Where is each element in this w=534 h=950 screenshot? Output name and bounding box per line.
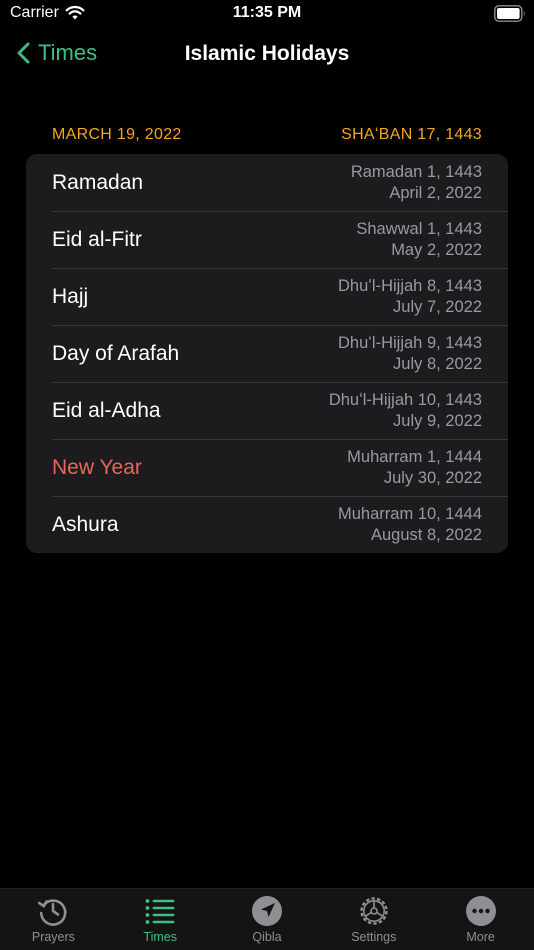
holiday-dates: Dhuʻl-Hijjah 8, 1443 July 7, 2022 xyxy=(338,276,482,317)
tab-label: Settings xyxy=(351,930,397,944)
chevron-left-icon xyxy=(17,42,30,64)
holiday-name: Eid al-Adha xyxy=(52,398,161,422)
tab-label: Times xyxy=(143,930,177,944)
hijri-date: Ramadan 1, 1443 xyxy=(350,163,482,181)
holiday-dates: Dhuʻl-Hijjah 10, 1443 July 9, 2022 xyxy=(329,390,482,431)
hijri-today: SHAʻBAN 17, 1443 xyxy=(341,126,482,143)
back-button-label: Times xyxy=(38,40,98,65)
tab-settings[interactable]: Settings xyxy=(320,889,427,950)
holiday-dates: Dhuʻl-Hijjah 9, 1443 July 8, 2022 xyxy=(338,333,482,374)
list-item[interactable]: New Year Muharram 1, 1444 July 30, 2022 xyxy=(26,439,508,496)
tab-more[interactable]: More xyxy=(427,889,534,950)
hijri-date: Dhuʻl-Hijjah 10, 1443 xyxy=(328,391,482,409)
holiday-dates: Muharram 1, 1444 July 30, 2022 xyxy=(347,447,482,488)
holiday-name: New Year xyxy=(52,455,142,479)
status-time: 11:35 PM xyxy=(232,4,302,21)
list-item[interactable]: Ashura Muharram 10, 1444 August 8, 2022 xyxy=(26,496,508,553)
gregorian-date: July 7, 2022 xyxy=(393,297,482,316)
location-arrow-icon xyxy=(251,896,282,926)
status-bar: Carrier 11:35 PM xyxy=(0,0,534,30)
holiday-name: Ramadan xyxy=(52,170,144,194)
gregorian-date: May 2, 2022 xyxy=(391,240,482,259)
holiday-list: Ramadan Ramadan 1, 1443 April 2, 2022 Ei… xyxy=(26,154,508,553)
list-item[interactable]: Day of Arafah Dhuʻl-Hijjah 9, 1443 July … xyxy=(26,325,508,382)
hijri-date: Shawwal 1, 1443 xyxy=(356,220,482,238)
gregorian-today: MARCH 19, 2022 xyxy=(52,126,182,143)
nav-bar: Times Islamic Holidays xyxy=(0,34,534,78)
gregorian-date: July 8, 2022 xyxy=(393,354,482,373)
holiday-name: Eid al-Fitr xyxy=(52,227,142,251)
history-icon xyxy=(38,899,67,926)
holiday-dates: Ramadan 1, 1443 April 2, 2022 xyxy=(351,162,482,203)
list-icon xyxy=(145,899,175,924)
list-item[interactable]: Hajj Dhuʻl-Hijjah 8, 1443 July 7, 2022 xyxy=(26,268,508,325)
holiday-dates: Shawwal 1, 1443 May 2, 2022 xyxy=(356,219,482,260)
tab-label: Prayers xyxy=(31,930,75,944)
list-item[interactable]: Eid al-Fitr Shawwal 1, 1443 May 2, 2022 xyxy=(26,211,508,268)
hijri-date: Muharram 1, 1444 xyxy=(347,448,482,466)
gregorian-date: July 30, 2022 xyxy=(383,468,482,487)
tab-label: Qibla xyxy=(252,930,282,944)
holiday-dates: Muharram 10, 1444 August 8, 2022 xyxy=(338,504,482,545)
holiday-name: Ashura xyxy=(52,512,119,536)
screen: Carrier 11:35 PM Times Islamic Holidays … xyxy=(0,0,534,950)
list-item[interactable]: Eid al-Adha Dhuʻl-Hijjah 10, 1443 July 9… xyxy=(26,382,508,439)
gear-icon xyxy=(360,897,388,925)
hijri-date: Muharram 10, 1444 xyxy=(338,505,482,523)
gregorian-date: April 2, 2022 xyxy=(389,183,482,202)
tab-times[interactable]: Times xyxy=(107,889,214,950)
battery-icon xyxy=(494,5,525,22)
holiday-name: Day of Arafah xyxy=(52,341,180,365)
gregorian-date: August 8, 2022 xyxy=(370,525,482,544)
hijri-date: Dhuʻl-Hijjah 9, 1443 xyxy=(338,334,482,352)
tab-label: More xyxy=(466,930,495,944)
section-header: MARCH 19, 2022 SHAʻBAN 17, 1443 xyxy=(52,126,482,146)
gregorian-date: July 9, 2022 xyxy=(393,411,482,430)
list-item[interactable]: Ramadan Ramadan 1, 1443 April 2, 2022 xyxy=(26,154,508,211)
tab-bar: Prayers Times Qibla Settings More xyxy=(0,888,534,950)
tab-prayers[interactable]: Prayers xyxy=(0,889,107,950)
ellipsis-icon xyxy=(465,896,496,926)
back-button[interactable]: Times xyxy=(14,38,97,68)
holiday-name: Hajj xyxy=(52,284,89,308)
hijri-date: Dhuʻl-Hijjah 8, 1443 xyxy=(338,277,482,295)
tab-qibla[interactable]: Qibla xyxy=(214,889,321,950)
